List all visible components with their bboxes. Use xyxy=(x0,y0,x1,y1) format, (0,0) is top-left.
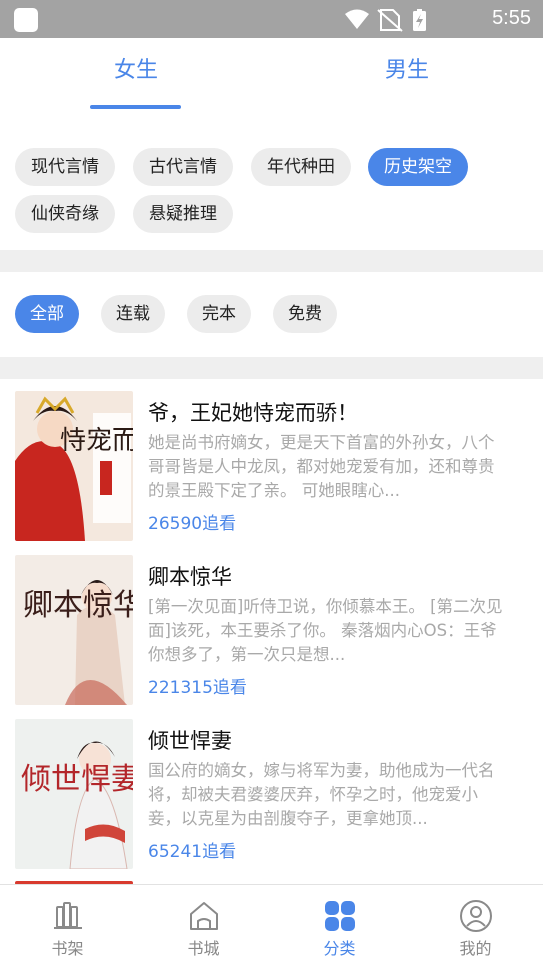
gender-tabs: 女生 男生 xyxy=(0,38,543,112)
book-follow-count: 221315追看 xyxy=(148,678,247,698)
category-grid-icon xyxy=(324,901,355,931)
book-cover[interactable]: 卿本惊华 xyxy=(15,555,133,705)
category-chip-alt-history[interactable]: 历史架空 xyxy=(368,148,468,186)
cover-title-char: 倾世悍妻 xyxy=(21,762,133,797)
book-description: 国公府的嫡女，嫁与将军为妻，助他成为一代名将，却被夫君婆婆厌弃，怀孕之时，他宠爱… xyxy=(148,761,495,828)
section-divider xyxy=(0,250,543,272)
profile-icon xyxy=(459,900,492,932)
notification-app-icon xyxy=(14,8,38,32)
book-description: [第一次见面]听侍卫说，你倾慕本王。 [第二次见面]该死，本王要杀了你。 秦落烟… xyxy=(148,597,503,664)
category-chip-xianxia[interactable]: 仙侠奇缘 xyxy=(15,195,115,233)
nav-label: 书架 xyxy=(51,939,84,958)
nav-profile[interactable]: 我的 xyxy=(408,885,543,967)
book-title[interactable]: 倾世悍妻 xyxy=(148,725,232,755)
bottom-nav: 书架 书城 分类 我的 xyxy=(0,884,543,967)
book-item[interactable]: 倾世悍妻 倾世悍妻 国公府的嫡女，嫁与将军为妻，助他成为一代名将，却被夫君婆婆厌… xyxy=(0,719,543,879)
book-cover[interactable]: 恃宠而骄 xyxy=(15,391,133,541)
nav-label: 书城 xyxy=(187,939,220,958)
book-cover[interactable]: 倾世悍妻 xyxy=(15,719,133,869)
cover-title-char: 恃宠而骄 xyxy=(60,426,133,456)
category-page: 5:55 女生 男生 现代言情 古代言情 年代种田 历史架空 仙侠奇缘 悬疑推理… xyxy=(0,0,543,967)
book-title[interactable]: 卿本惊华 xyxy=(148,561,232,591)
status-bar: 5:55 xyxy=(0,0,543,38)
filter-free[interactable]: 免费 xyxy=(273,295,337,333)
active-tab-indicator xyxy=(90,105,181,109)
nav-label: 我的 xyxy=(459,939,492,958)
tab-male[interactable]: 男生 xyxy=(317,52,497,84)
filter-all[interactable]: 全部 xyxy=(15,295,79,333)
category-chip-modern-romance[interactable]: 现代言情 xyxy=(15,148,115,186)
wifi-icon xyxy=(345,9,369,29)
cover-title-char: 卿本惊华 xyxy=(23,588,133,623)
bookshelf-icon xyxy=(53,902,82,929)
filter-completed[interactable]: 完本 xyxy=(187,295,251,333)
book-title[interactable]: 爷，王妃她恃宠而骄！ xyxy=(148,397,358,427)
book-item[interactable]: 卿本惊华 卿本惊华 [第一次见面]听侍卫说，你倾慕本王。 [第二次见面]该死，本… xyxy=(0,555,543,715)
book-follow-count: 26590追看 xyxy=(148,514,237,534)
section-divider xyxy=(0,357,543,379)
category-chip-mystery[interactable]: 悬疑推理 xyxy=(133,195,233,233)
filter-ongoing[interactable]: 连载 xyxy=(101,295,165,333)
nav-bookshelf[interactable]: 书架 xyxy=(0,885,135,967)
tab-female[interactable]: 女生 xyxy=(46,52,226,84)
no-sim-icon xyxy=(377,9,403,32)
nav-category[interactable]: 分类 xyxy=(272,885,407,967)
book-description: 她是尚书府嫡女，更是天下首富的外孙女，八个哥哥皆是人中龙凤，都对她宠爱有加，还和… xyxy=(148,433,495,500)
book-follow-count: 65241追看 xyxy=(148,842,237,862)
nav-label: 分类 xyxy=(323,939,356,958)
book-item[interactable]: 恃宠而骄 爷，王妃她恃宠而骄！ 她是尚书府嫡女，更是天下首富的外孙女，八个哥哥皆… xyxy=(0,391,543,551)
battery-charging-icon xyxy=(413,9,426,31)
home-icon xyxy=(189,902,218,930)
category-chip-ancient-romance[interactable]: 古代言情 xyxy=(133,148,233,186)
status-icons xyxy=(345,9,426,32)
nav-bookstore[interactable]: 书城 xyxy=(136,885,271,967)
category-chip-era-farming[interactable]: 年代种田 xyxy=(251,148,351,186)
clock-time: 5:55 xyxy=(492,7,531,29)
